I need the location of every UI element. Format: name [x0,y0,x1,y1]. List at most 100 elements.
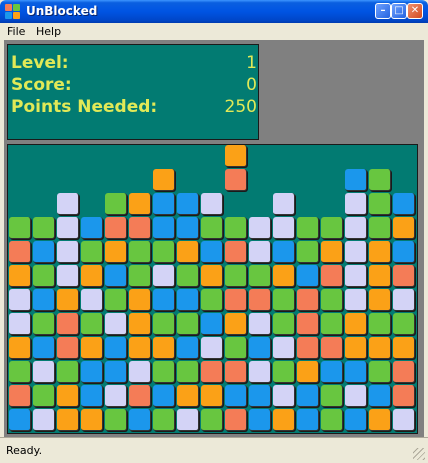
game-board[interactable] [7,144,418,434]
block-green[interactable] [273,289,295,311]
block-lavender[interactable] [273,337,295,359]
block-orange[interactable] [273,409,295,431]
block-blue[interactable] [249,409,271,431]
block-lavender[interactable] [57,241,79,263]
maximize-button[interactable]: □ [391,3,407,19]
block-lavender[interactable] [345,241,367,263]
block-red[interactable] [57,313,79,335]
block-blue[interactable] [33,337,55,359]
block-green[interactable] [153,313,175,335]
block-lavender[interactable] [9,313,31,335]
block-green[interactable] [81,313,103,335]
block-red[interactable] [249,289,271,311]
block-orange[interactable] [81,265,103,287]
block-green[interactable] [273,313,295,335]
block-orange[interactable] [345,337,367,359]
block-green[interactable] [177,361,199,383]
block-blue[interactable] [345,169,367,191]
block-orange[interactable] [9,265,31,287]
block-red[interactable] [105,217,127,239]
block-lavender[interactable] [345,385,367,407]
block-green[interactable] [129,265,151,287]
block-lavender[interactable] [249,217,271,239]
block-blue[interactable] [105,337,127,359]
block-lavender[interactable] [273,385,295,407]
block-green[interactable] [9,217,31,239]
block-orange[interactable] [129,337,151,359]
block-lavender[interactable] [345,265,367,287]
block-lavender[interactable] [105,313,127,335]
minimize-button[interactable]: – [375,3,391,19]
block-lavender[interactable] [345,217,367,239]
block-lavender[interactable] [201,337,223,359]
block-orange[interactable] [105,241,127,263]
block-orange[interactable] [129,193,151,215]
block-green[interactable] [33,313,55,335]
block-orange[interactable] [369,265,391,287]
block-blue[interactable] [273,241,295,263]
block-blue[interactable] [177,337,199,359]
block-blue[interactable] [393,241,415,263]
block-lavender[interactable] [393,409,415,431]
block-green[interactable] [33,265,55,287]
block-blue[interactable] [153,193,175,215]
resize-grip[interactable] [413,448,425,460]
block-lavender[interactable] [33,409,55,431]
block-red[interactable] [297,313,319,335]
block-green[interactable] [9,361,31,383]
menu-help[interactable]: Help [36,25,61,38]
block-blue[interactable] [345,361,367,383]
block-red[interactable] [9,241,31,263]
block-lavender[interactable] [57,193,79,215]
block-green[interactable] [249,265,271,287]
block-lavender[interactable] [33,361,55,383]
block-red[interactable] [297,337,319,359]
block-lavender[interactable] [345,193,367,215]
block-blue[interactable] [105,361,127,383]
block-green[interactable] [201,217,223,239]
block-orange[interactable] [201,265,223,287]
block-green[interactable] [273,361,295,383]
block-orange[interactable] [393,337,415,359]
block-orange[interactable] [273,265,295,287]
block-blue[interactable] [129,409,151,431]
block-green[interactable] [153,241,175,263]
block-green[interactable] [105,409,127,431]
block-orange[interactable] [81,337,103,359]
block-lavender[interactable] [177,409,199,431]
block-red[interactable] [321,265,343,287]
block-green[interactable] [297,217,319,239]
block-orange[interactable] [369,337,391,359]
block-orange[interactable] [57,409,79,431]
block-green[interactable] [321,385,343,407]
block-orange[interactable] [129,313,151,335]
block-orange[interactable] [153,169,175,191]
block-red[interactable] [297,289,319,311]
block-green[interactable] [321,289,343,311]
block-green[interactable] [81,241,103,263]
block-green[interactable] [225,337,247,359]
block-red[interactable] [225,169,247,191]
block-orange[interactable] [225,313,247,335]
block-red[interactable] [321,337,343,359]
close-button[interactable]: ✕ [407,3,423,19]
block-orange[interactable] [393,217,415,239]
block-lavender[interactable] [249,361,271,383]
block-green[interactable] [225,265,247,287]
block-red[interactable] [57,337,79,359]
block-lavender[interactable] [57,265,79,287]
title-bar[interactable]: UnBlocked – □ ✕ [0,0,428,23]
block-blue[interactable] [153,217,175,239]
block-green[interactable] [177,265,199,287]
block-lavender[interactable] [105,385,127,407]
block-orange[interactable] [201,385,223,407]
block-orange[interactable] [81,409,103,431]
block-blue[interactable] [177,217,199,239]
block-orange[interactable] [177,241,199,263]
block-red[interactable] [129,217,151,239]
block-lavender[interactable] [129,361,151,383]
block-lavender[interactable] [57,217,79,239]
block-orange[interactable] [57,289,79,311]
block-orange[interactable] [297,361,319,383]
block-green[interactable] [177,313,199,335]
